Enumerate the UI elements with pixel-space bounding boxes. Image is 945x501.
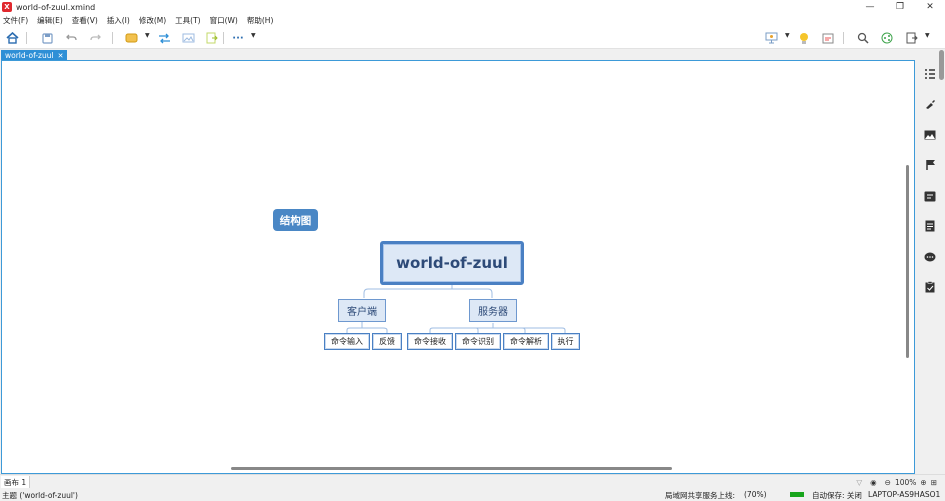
menu-view[interactable]: 查看(V) [72, 15, 98, 26]
sheet-tab[interactable]: 画布 1 [1, 476, 31, 488]
export-dropdown-icon[interactable]: ▼ [925, 32, 930, 39]
main-topic-server[interactable]: 服务器 [469, 299, 517, 322]
filter-icon[interactable]: ▽ [856, 478, 862, 487]
search-icon[interactable] [856, 31, 870, 45]
floating-topic[interactable]: 结构图 [273, 209, 318, 231]
zoom-out-button[interactable]: ⊖ [885, 478, 891, 487]
marker-icon[interactable] [923, 158, 937, 172]
status-percent: (70%) [744, 490, 767, 499]
more-dropdown-icon[interactable]: ▼ [251, 32, 256, 39]
notes-icon[interactable] [923, 189, 937, 203]
image-panel-icon[interactable] [923, 128, 937, 142]
maximize-button[interactable]: ❐ [885, 0, 915, 14]
window-title: world-of-zuul.xmind [16, 2, 96, 12]
status-progress-indicator [790, 492, 804, 497]
vertical-scrollbar[interactable] [906, 165, 909, 358]
task-icon[interactable] [923, 219, 937, 233]
side-panel [915, 60, 945, 474]
menu-insert[interactable]: 插入(I) [107, 15, 130, 26]
save-icon[interactable] [40, 31, 54, 45]
outline-icon[interactable] [923, 67, 937, 81]
window-controls: — ❐ ✕ [855, 0, 945, 14]
share-icon[interactable] [880, 31, 894, 45]
topic-icon[interactable] [124, 31, 138, 45]
status-share: 局域网共享服务上线: [665, 491, 736, 500]
sheet-bar: 画布 1 ▽ ◉ ⊖ 100% ⊕ ⊞ [0, 474, 945, 488]
subtopic-command-input[interactable]: 命令输入 [324, 333, 370, 350]
home-icon[interactable] [5, 31, 19, 45]
panel-icon[interactable] [821, 31, 835, 45]
menu-window[interactable]: 窗口(W) [210, 15, 238, 26]
image-icon[interactable] [181, 31, 195, 45]
menu-edit[interactable]: 编辑(E) [37, 15, 63, 26]
subtopic-feedback[interactable]: 反馈 [372, 333, 402, 350]
menu-bar: 文件(F) 编辑(E) 查看(V) 插入(I) 修改(M) 工具(T) 窗口(W… [0, 14, 945, 27]
menu-help[interactable]: 帮助(H) [247, 15, 274, 26]
central-topic[interactable]: world-of-zuul [380, 241, 524, 285]
idea-icon[interactable] [797, 31, 811, 45]
tab-close-icon[interactable]: ✕ [58, 52, 64, 60]
subtopic-command-parse[interactable]: 命令解析 [503, 333, 549, 350]
zoom-controls: ▽ ◉ ⊖ 100% ⊕ ⊞ [856, 476, 945, 488]
status-topic: 主题 ('world-of-zuul') [2, 491, 78, 500]
fit-map-icon[interactable]: ⊞ [931, 478, 937, 487]
subtopic-execute[interactable]: 执行 [551, 333, 580, 350]
side-panel-scrollbar[interactable] [939, 50, 944, 80]
redo-icon[interactable] [88, 31, 102, 45]
menu-tools[interactable]: 工具(T) [175, 15, 200, 26]
undo-icon[interactable] [64, 31, 78, 45]
toolbar: ▼ ··· ▼ ▼ ▼ [0, 27, 945, 49]
comment-icon[interactable] [923, 250, 937, 264]
status-bar: 主题 ('world-of-zuul') 局域网共享服务上线: (70%) 自动… [0, 488, 945, 501]
zoom-in-button[interactable]: ⊕ [920, 478, 926, 487]
status-host: LAPTOP-AS9HASO1 [868, 490, 941, 499]
main-topic-client[interactable]: 客户端 [338, 299, 386, 322]
menu-file[interactable]: 文件(F) [3, 15, 28, 26]
title-bar: X world-of-zuul.xmind — ❐ ✕ [0, 0, 945, 14]
minimize-button[interactable]: — [855, 0, 885, 14]
tab-label: world-of-zuul [5, 51, 54, 60]
export-icon[interactable] [205, 31, 219, 45]
clipboard-icon[interactable] [923, 280, 937, 294]
format-icon[interactable] [923, 97, 937, 111]
presentation-dropdown-icon[interactable]: ▼ [785, 32, 790, 39]
presentation-icon[interactable] [764, 31, 778, 45]
menu-modify[interactable]: 修改(M) [139, 15, 166, 26]
export-menu-icon[interactable] [905, 31, 919, 45]
horizontal-scrollbar[interactable] [231, 467, 672, 470]
zoom-level[interactable]: 100% [895, 478, 916, 487]
subtopic-command-recognize[interactable]: 命令识别 [455, 333, 501, 350]
eye-icon[interactable]: ◉ [870, 478, 877, 487]
close-button[interactable]: ✕ [915, 0, 945, 14]
subtopic-command-receive[interactable]: 命令接收 [407, 333, 453, 350]
topic-dropdown-icon[interactable]: ▼ [145, 32, 150, 39]
relationship-icon[interactable] [157, 31, 171, 45]
xmind-logo-icon: X [2, 2, 12, 12]
more-icon[interactable]: ··· [231, 31, 245, 45]
status-autosave[interactable]: 自动保存: 关闭 [812, 490, 862, 501]
